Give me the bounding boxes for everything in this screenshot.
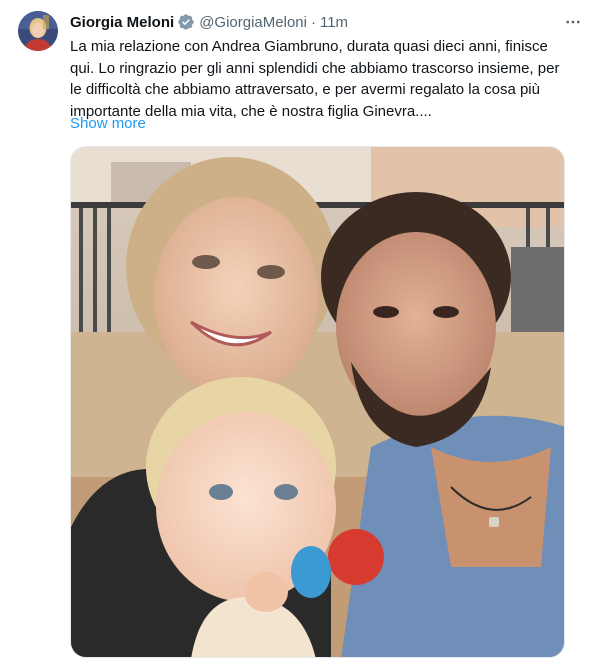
author-handle[interactable]: @GiorgiaMeloni (199, 14, 307, 31)
timestamp[interactable]: 11m (320, 14, 348, 31)
tweet-text-line: La mia relazione con Andrea Giambruno, d… (70, 38, 548, 55)
author-avatar[interactable] (18, 11, 58, 51)
tweet[interactable]: Giorgia Meloni @GiorgiaMeloni · 11m La m… (0, 0, 601, 661)
tweet-text: La mia relazione con Andrea Giambruno, d… (70, 36, 580, 122)
show-more-link[interactable]: Show more (70, 114, 146, 134)
tweet-photo[interactable] (70, 146, 565, 658)
more-options-icon[interactable] (562, 12, 584, 32)
separator-dot: · (310, 13, 316, 31)
tweet-header: Giorgia Meloni @GiorgiaMeloni · 11m (70, 11, 348, 33)
author-name[interactable]: Giorgia Meloni (70, 14, 174, 31)
tweet-text-line: importante della mia vita, che è nostra … (70, 102, 432, 120)
tweet-text-line: le difficoltà che abbiamo attraversato, … (70, 81, 540, 98)
tweet-text-line: qui. Lo ringrazio per gli anni splendidi… (70, 59, 560, 77)
verified-badge-icon[interactable] (177, 13, 195, 31)
